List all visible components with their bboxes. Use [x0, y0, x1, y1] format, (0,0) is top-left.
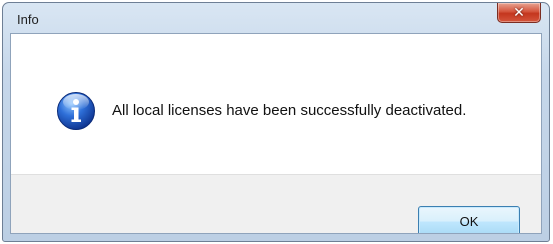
info-icon: [57, 92, 95, 130]
message-area: All local licenses have been successfull…: [11, 34, 541, 174]
close-icon: ✕: [513, 4, 525, 21]
window-title: Info: [17, 12, 39, 27]
message-text: All local licenses have been successfull…: [112, 102, 467, 119]
info-dialog: Info ✕ All local licenses have been succ…: [2, 2, 550, 242]
dialog-body: All local licenses have been successfull…: [10, 33, 542, 234]
close-button[interactable]: ✕: [497, 3, 541, 23]
title-bar[interactable]: Info ✕: [3, 3, 549, 33]
ok-button[interactable]: OK: [418, 206, 520, 233]
button-bar: OK: [11, 174, 541, 233]
